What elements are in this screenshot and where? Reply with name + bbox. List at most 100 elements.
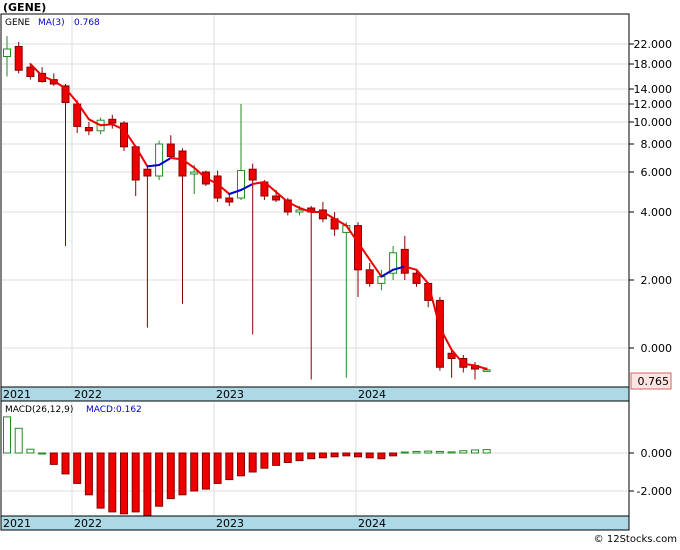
ma-segment	[169, 157, 184, 161]
macd-legend-value: MACD:0.162	[86, 405, 142, 415]
chart-canvas: 22.000 18.000 14.000 12.000 10.000 8.000 6.000…	[0, 1, 677, 545]
macd-bar	[248, 452, 257, 473]
macd-axis: 0.000 -2.000	[629, 447, 672, 498]
legend-ma-label: MA(3)	[38, 18, 65, 28]
macd-bar	[377, 452, 386, 460]
candle-body	[365, 269, 374, 284]
macd-bar	[295, 452, 304, 462]
macd-bar	[155, 452, 164, 507]
candle-body	[108, 118, 117, 124]
candle-body	[225, 197, 234, 203]
chart-title: (GENE)	[3, 1, 46, 14]
legend-symbol: GENE	[5, 18, 30, 28]
macd-bar	[108, 452, 117, 513]
macd-tick-label: 0.000	[641, 447, 673, 460]
macd-bar	[61, 452, 70, 475]
candle-body	[3, 48, 11, 57]
macd-bar	[190, 452, 199, 492]
macd-bar	[435, 450, 444, 454]
date-tick-label: 2023	[216, 388, 244, 401]
macd-bar	[400, 451, 409, 454]
candle-body	[482, 369, 491, 372]
macd-bar	[447, 451, 456, 454]
macd-bar	[307, 452, 316, 460]
macd-legend-label: MACD(26,12,9)	[5, 405, 73, 415]
macd-bar	[201, 452, 210, 490]
macd-bar	[143, 452, 152, 517]
macd-bar	[412, 450, 421, 454]
macd-bar	[3, 416, 11, 454]
price-tick-label: 6.000	[641, 166, 673, 179]
price-tick-label: 22.000	[634, 38, 673, 51]
macd-bar	[120, 452, 128, 515]
macd-bar	[49, 452, 58, 465]
macd-bar	[260, 452, 269, 469]
stock-chart: 22.000 18.000 14.000 12.000 10.000 8.000 6.000…	[0, 0, 680, 546]
date-tick-label: 2022	[74, 388, 102, 401]
macd-bar	[213, 452, 222, 484]
macd-bar	[283, 452, 292, 463]
macd-bar	[365, 452, 374, 459]
macd-bar	[459, 450, 468, 454]
price-axis: 22.000 18.000 14.000 12.000 10.000 8.000 6.000…	[629, 38, 672, 355]
macd-bar	[73, 452, 82, 484]
price-tick-label: 18.000	[634, 58, 673, 71]
candle-body	[155, 143, 164, 177]
candle	[120, 121, 128, 151]
date-tick-label: 2022	[74, 517, 102, 530]
candle-body	[143, 168, 152, 177]
ma-segment	[99, 123, 114, 127]
candle-body	[190, 171, 199, 175]
candle-body	[248, 168, 257, 181]
macd-bar	[225, 452, 234, 481]
candle-body	[377, 276, 386, 284]
price-tick-label: 12.000	[634, 98, 673, 111]
price-tick-label: 10.000	[634, 116, 673, 129]
date-tick-label: 2024	[358, 517, 386, 530]
macd-bar	[482, 449, 491, 454]
macd-bar	[38, 452, 47, 455]
candle-body	[84, 127, 93, 132]
macd-bar	[84, 452, 93, 496]
date-tick-label: 2023	[216, 517, 244, 530]
price-tick-label: 2.000	[641, 274, 673, 287]
candle-body	[178, 150, 187, 177]
price-tick-label: 0.000	[641, 342, 673, 355]
price-panel	[0, 13, 630, 388]
candle	[155, 140, 164, 180]
macd-bar	[471, 449, 479, 454]
macd-bar	[330, 452, 339, 458]
candle	[14, 42, 23, 74]
date-tick-label: 2021	[3, 517, 31, 530]
macd-bar	[131, 452, 140, 513]
macd-bar	[178, 452, 187, 496]
last-price-label: 0.765	[638, 375, 670, 388]
macd-tick-label: -2.000	[637, 485, 672, 498]
macd-bar	[26, 448, 35, 454]
price-tick-label: 4.000	[641, 206, 673, 219]
macd-bar	[237, 452, 245, 477]
candle-body	[166, 143, 175, 158]
candle-body	[14, 46, 23, 71]
candle-body	[272, 195, 281, 201]
date-tick-label: 2021	[3, 388, 31, 401]
price-tick-label: 14.000	[634, 83, 673, 96]
candle-body	[26, 66, 35, 77]
macd-bar	[14, 427, 23, 454]
date-tick-label: 2024	[358, 388, 386, 401]
watermark: © 12Stocks.com	[594, 534, 677, 545]
macd-bar	[96, 452, 105, 509]
macd-bar	[166, 452, 175, 500]
ma-segment	[146, 164, 161, 168]
macd-bar	[424, 450, 433, 454]
macd-bar	[342, 452, 351, 457]
macd-bar	[389, 452, 398, 457]
macd-bar	[318, 452, 327, 459]
macd-bar	[272, 452, 281, 466]
candle-body	[237, 170, 245, 199]
candle-body	[295, 209, 304, 213]
candle-body	[400, 248, 409, 274]
legend-ma-value: 0.768	[74, 18, 100, 28]
candle-body	[412, 272, 421, 284]
macd-bar	[354, 452, 362, 458]
